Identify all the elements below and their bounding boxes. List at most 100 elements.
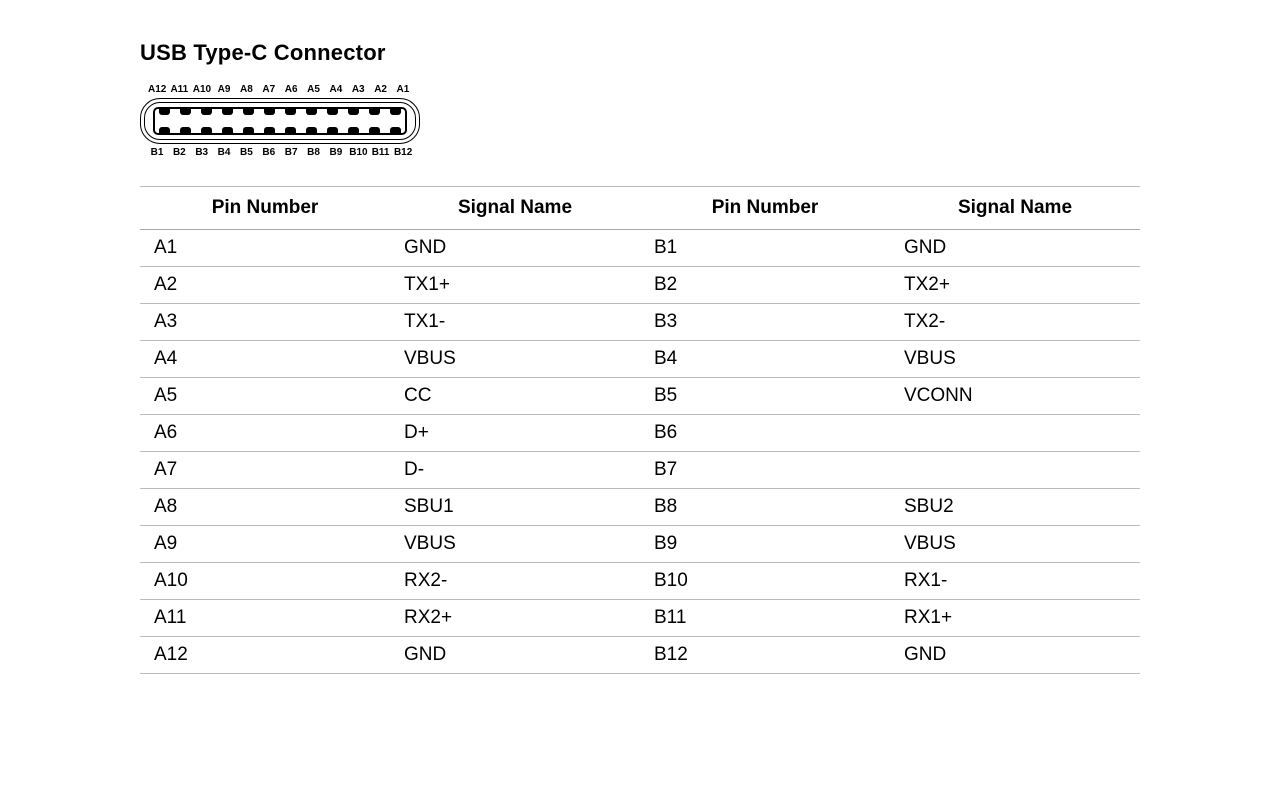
connector-contact-pair xyxy=(180,109,191,133)
connector-contact-icon xyxy=(390,108,401,115)
connector-pin-label-bottom: B5 xyxy=(237,147,255,158)
pin-number-cell: A3 xyxy=(140,304,390,341)
signal-name-cell: RX2- xyxy=(390,563,640,600)
connector-contact-pair xyxy=(201,109,212,133)
connector-contact-icon xyxy=(348,127,359,134)
connector-contact-pair xyxy=(348,109,359,133)
table-row: A1GNDB1GND xyxy=(140,230,1140,267)
table-row: A10RX2-B10RX1- xyxy=(140,563,1140,600)
connector-contact-pair xyxy=(327,109,338,133)
connector-contact-icon xyxy=(201,108,212,115)
connector-contact-pair xyxy=(390,109,401,133)
connector-pin-label-top: A2 xyxy=(372,84,390,95)
pin-number-cell: B9 xyxy=(640,526,890,563)
page: USB Type-C Connector A12A11A10A9A8A7A6A5… xyxy=(0,0,1280,800)
connector-contact-icon xyxy=(264,127,275,134)
usb-c-connector-icon xyxy=(140,98,420,144)
table-row: A12GNDB12GND xyxy=(140,637,1140,674)
pin-number-cell: B10 xyxy=(640,563,890,600)
connector-pin-label-top: A4 xyxy=(327,84,345,95)
connector-contact-icon xyxy=(306,127,317,134)
table-row: A4VBUSB4VBUS xyxy=(140,341,1140,378)
signal-name-cell: TX2+ xyxy=(890,267,1140,304)
connector-pin-label-bottom: B8 xyxy=(305,147,323,158)
pin-number-cell: A8 xyxy=(140,489,390,526)
pin-number-cell: B2 xyxy=(640,267,890,304)
connector-contact-icon xyxy=(369,108,380,115)
connector-contact-icon xyxy=(159,108,170,115)
pin-number-cell: A11 xyxy=(140,600,390,637)
connector-pin-label-bottom: B3 xyxy=(193,147,211,158)
signal-name-cell xyxy=(890,452,1140,489)
pin-number-cell: A1 xyxy=(140,230,390,267)
connector-contacts xyxy=(153,107,407,135)
connector-pin-label-bottom: B1 xyxy=(148,147,166,158)
connector-pin-label-bottom: B11 xyxy=(372,147,390,158)
connector-contact-icon xyxy=(390,127,401,134)
table-row: A2TX1+B2TX2+ xyxy=(140,267,1140,304)
connector-contact-icon xyxy=(222,127,233,134)
connector-contact-icon xyxy=(180,108,191,115)
connector-contact-icon xyxy=(243,127,254,134)
pin-number-cell: B3 xyxy=(640,304,890,341)
table-row: A6D+B6 xyxy=(140,415,1140,452)
signal-name-cell: VCONN xyxy=(890,378,1140,415)
signal-name-cell: TX1- xyxy=(390,304,640,341)
connector-contact-icon xyxy=(243,108,254,115)
signal-name-cell: SBU1 xyxy=(390,489,640,526)
table-row: A8SBU1B8SBU2 xyxy=(140,489,1140,526)
signal-name-cell: GND xyxy=(390,230,640,267)
connector-contact-icon xyxy=(201,127,212,134)
connector-top-pin-labels: A12A11A10A9A8A7A6A5A4A3A2A1 xyxy=(140,84,420,95)
connector-contact-pair xyxy=(243,109,254,133)
signal-name-cell: VBUS xyxy=(390,341,640,378)
connector-contact-icon xyxy=(222,108,233,115)
connector-contact-icon xyxy=(264,108,275,115)
connector-pin-label-top: A6 xyxy=(282,84,300,95)
pin-number-cell: A7 xyxy=(140,452,390,489)
pin-number-cell: B12 xyxy=(640,637,890,674)
connector-contact-icon xyxy=(285,127,296,134)
connector-pin-label-bottom: B6 xyxy=(260,147,278,158)
table-row: A5CCB5VCONN xyxy=(140,378,1140,415)
signal-name-cell: CC xyxy=(390,378,640,415)
pin-number-cell: A5 xyxy=(140,378,390,415)
pin-number-cell: B4 xyxy=(640,341,890,378)
connector-contact-icon xyxy=(285,108,296,115)
table-header-row: Pin Number Signal Name Pin Number Signal… xyxy=(140,187,1140,230)
connector-pin-label-top: A7 xyxy=(260,84,278,95)
signal-name-cell: GND xyxy=(890,637,1140,674)
pin-number-cell: B6 xyxy=(640,415,890,452)
signal-name-cell: SBU2 xyxy=(890,489,1140,526)
signal-name-cell: VBUS xyxy=(890,526,1140,563)
connector-pin-label-top: A8 xyxy=(237,84,255,95)
connector-pin-label-bottom: B7 xyxy=(282,147,300,158)
pin-number-cell: B11 xyxy=(640,600,890,637)
signal-name-cell: TX2- xyxy=(890,304,1140,341)
connector-contact-icon xyxy=(348,108,359,115)
connector-bottom-pin-labels: B1B2B3B4B5B6B7B8B9B10B11B12 xyxy=(140,147,420,158)
table-header: Pin Number xyxy=(140,187,390,230)
connector-contact-pair xyxy=(285,109,296,133)
page-title: USB Type-C Connector xyxy=(140,40,1140,66)
signal-name-cell: GND xyxy=(390,637,640,674)
signal-name-cell: D+ xyxy=(390,415,640,452)
signal-name-cell xyxy=(890,415,1140,452)
connector-pin-label-bottom: B12 xyxy=(394,147,412,158)
connector-pin-label-top: A3 xyxy=(349,84,367,95)
pin-number-cell: A4 xyxy=(140,341,390,378)
connector-contact-pair xyxy=(222,109,233,133)
pin-signal-table: Pin Number Signal Name Pin Number Signal… xyxy=(140,186,1140,674)
connector-contact-pair xyxy=(306,109,317,133)
table-row: A3TX1-B3TX2- xyxy=(140,304,1140,341)
connector-contact-icon xyxy=(369,127,380,134)
connector-diagram: A12A11A10A9A8A7A6A5A4A3A2A1 B1B2B3B4B5B6… xyxy=(140,84,420,158)
connector-contact-icon xyxy=(327,127,338,134)
pin-number-cell: B7 xyxy=(640,452,890,489)
connector-pin-label-bottom: B4 xyxy=(215,147,233,158)
connector-contact-icon xyxy=(180,127,191,134)
pin-number-cell: B1 xyxy=(640,230,890,267)
connector-pin-label-top: A11 xyxy=(170,84,188,95)
connector-contact-pair xyxy=(264,109,275,133)
pin-number-cell: B8 xyxy=(640,489,890,526)
